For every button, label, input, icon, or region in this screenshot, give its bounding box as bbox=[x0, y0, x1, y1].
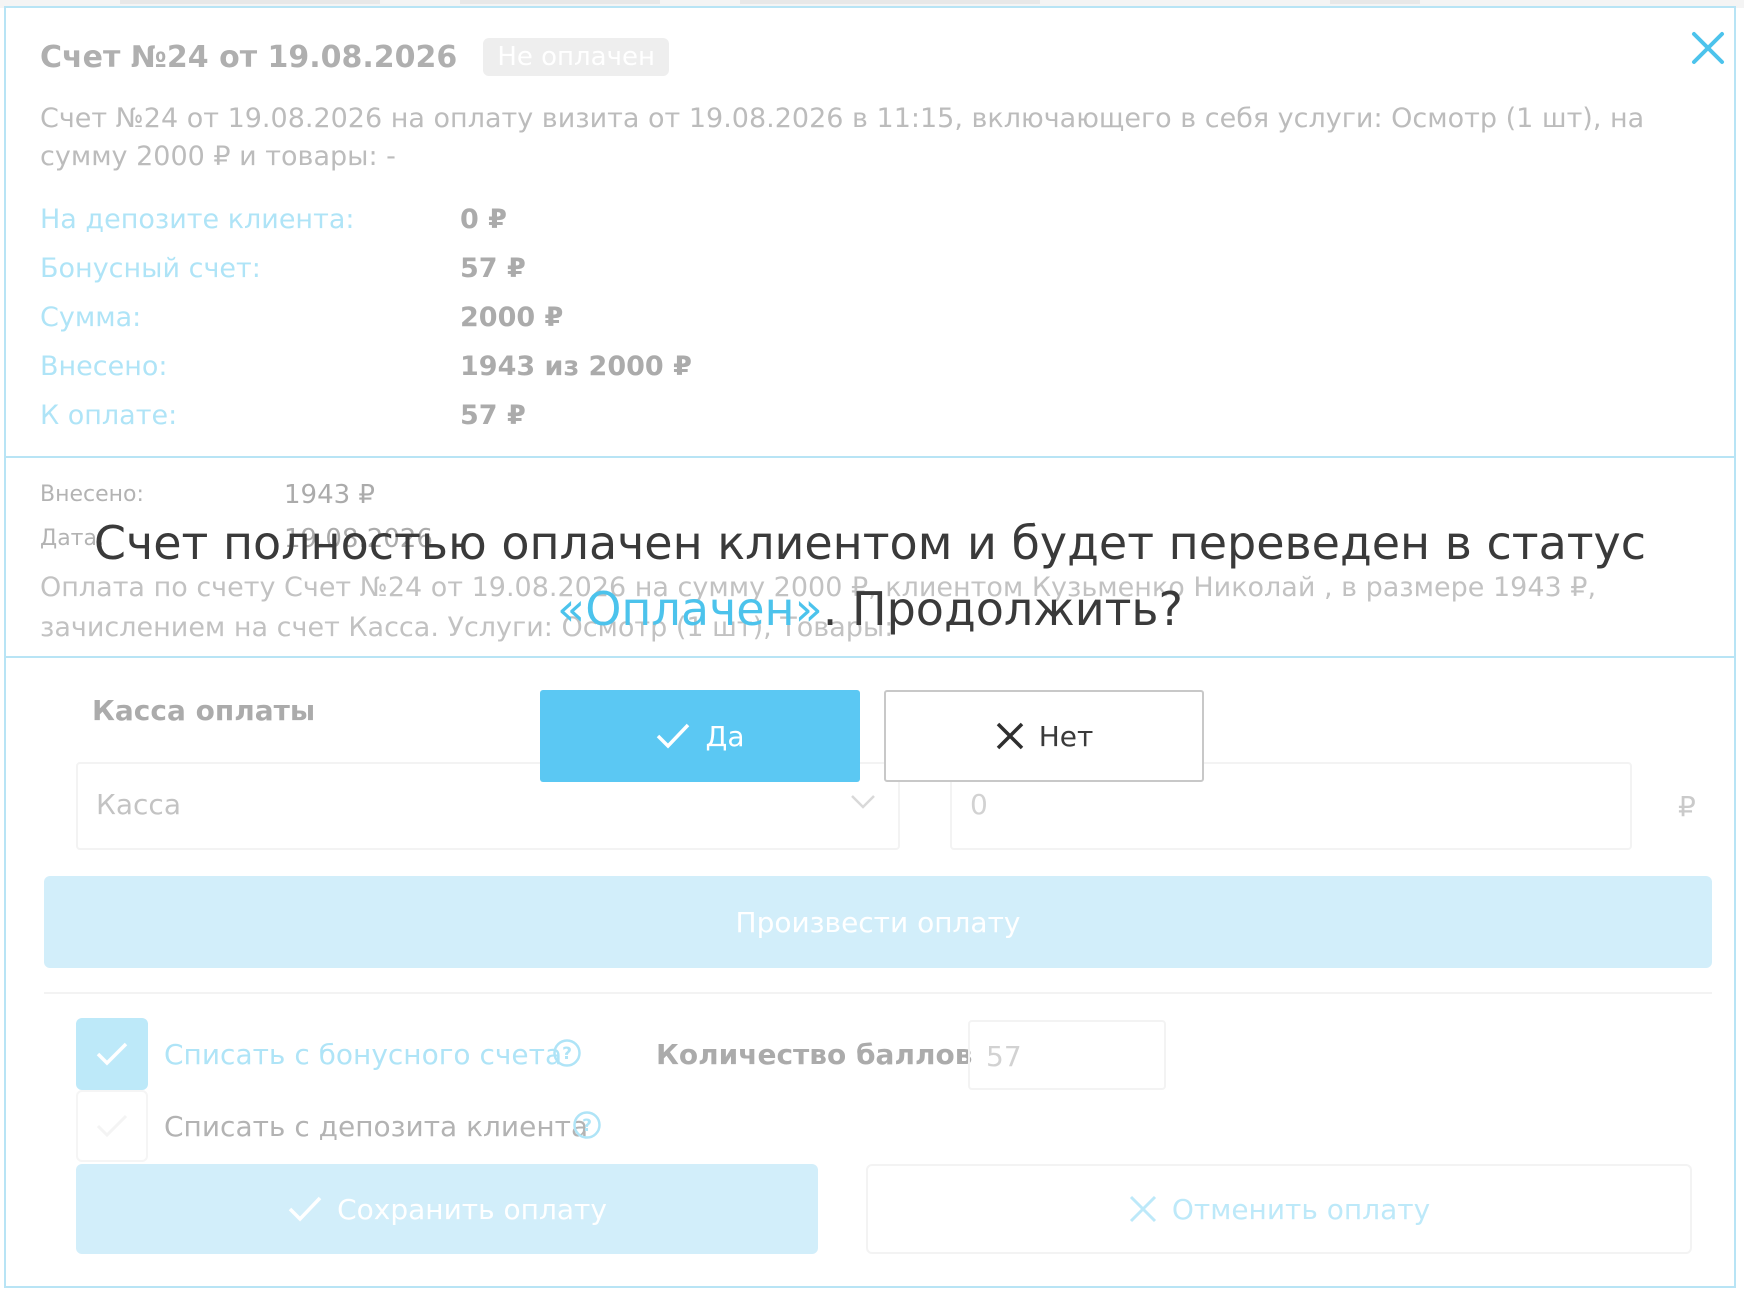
check-icon bbox=[655, 722, 691, 750]
screen: Счет №24 от 19.08.2026 Не оплачен Счет №… bbox=[0, 0, 1744, 1292]
confirm-question-end: . Продолжить? bbox=[822, 582, 1183, 636]
confirm-yes-button[interactable]: Да bbox=[540, 690, 860, 782]
confirm-question: Счет полностью оплачен клиентом и будет … bbox=[60, 510, 1680, 642]
confirm-no-button[interactable]: Нет bbox=[884, 690, 1204, 782]
confirm-status-highlight: «Оплачен» bbox=[557, 582, 823, 636]
close-icon bbox=[995, 721, 1025, 751]
confirm-no-label: Нет bbox=[1038, 719, 1094, 753]
confirm-question-start: Счет полностью оплачен клиентом и будет … bbox=[93, 516, 1647, 570]
confirm-yes-label: Да bbox=[705, 719, 745, 753]
confirm-overlay bbox=[0, 0, 1744, 1292]
